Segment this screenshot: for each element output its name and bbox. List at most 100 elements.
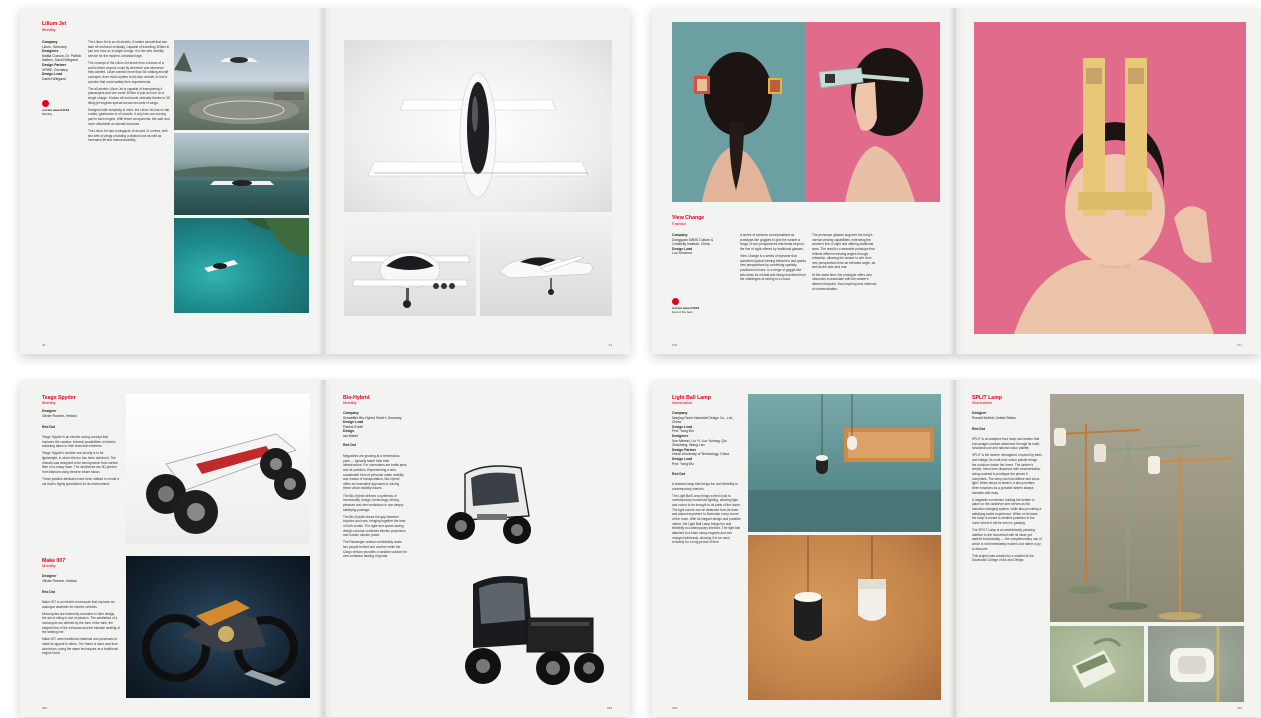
photo-lamps-pendant-amber — [748, 535, 941, 700]
photo-bio-hybrid-cargo — [443, 564, 613, 702]
meta-value: Xue Minwei, Liu Yi, Luo Yuhang, Qiu Zhao… — [672, 438, 727, 448]
project-category: Fashion — [672, 221, 687, 226]
red-dot-label: Red Dot — [672, 472, 685, 476]
paragraph: Make 007 is an electric motorcycle that … — [42, 600, 115, 609]
paragraph: The periscope glasses augment the body's… — [812, 233, 876, 270]
paragraph: Designed with simplicity in mind, the Li… — [88, 107, 170, 126]
paragraph: At the same time, the prototype offers n… — [812, 272, 877, 291]
paragraph: SPLIT is the lantern reimagined. Inspire… — [972, 453, 1042, 495]
photo-jet-over-water — [174, 133, 309, 215]
spread-view-change: View Change Fashion Company Dongguan SWI… — [652, 8, 1260, 354]
red-dot-award-badge: red dot award 2019 Mobility — [42, 100, 69, 116]
photo-race-car-chassis — [126, 394, 310, 544]
page-right: 171 — [956, 8, 1260, 354]
project-category: Mobility — [42, 400, 56, 405]
paragraph: A series of eyewear conceptualised as pr… — [740, 233, 804, 251]
project-meta: Company Nanjing Faxin Industrial Design … — [672, 411, 742, 466]
meta-value: Luo Shuzhen — [672, 251, 692, 256]
project-category: Mobility — [343, 400, 357, 405]
meta-value: Mattia Cosson, Dr. Patrick Nathen, David… — [42, 53, 82, 63]
paragraph: These positive attributes have been util… — [42, 477, 120, 486]
page-number-right: 171 — [1236, 343, 1242, 347]
page-number-left: 40 — [42, 343, 46, 347]
red-dot-icon — [672, 298, 679, 305]
paragraph: View Change is a series of eyewear that … — [740, 254, 806, 282]
paragraph: Make 007 uses traditional materials and … — [42, 637, 118, 656]
photo-lamp-teal-room — [748, 394, 941, 532]
project-meta: Company Lilium, Germany Designers Mattia… — [42, 40, 84, 81]
paragraph: Teage Spyder's number one priority is to… — [42, 451, 119, 474]
photo-motorcycle-concept — [126, 556, 310, 698]
paragraph: Motorcycles are inherently evocative in … — [42, 611, 120, 635]
photo-periscope-glasses-portrait — [974, 22, 1246, 334]
paragraph: The Lilium Jet has a wingspan of around … — [88, 128, 168, 143]
red-dot-label: Red Dot — [42, 590, 55, 594]
paragraph: Teage Spyder is an electric racing conce… — [42, 435, 116, 449]
brochure-mockup-canvas: Lilium Jet Mobility Company Lilium, Germ… — [0, 0, 1261, 718]
award-sub: best of the best — [672, 309, 693, 314]
project-meta: Company Schaeffler Bio-Hybrid GmbH, Germ… — [343, 411, 423, 439]
meta-value: Ronald Mullett, United States — [972, 415, 1016, 420]
meta-value: Ian Martin — [343, 433, 359, 438]
red-dot-label: Red Dot — [972, 427, 985, 431]
photo-split-lantern-on-base — [1148, 626, 1244, 702]
paragraph: The SPLIT Lamp is an aesthetically pleas… — [972, 528, 1042, 551]
meta-value: Dongguan SWIIS Culture & Creativity Inst… — [672, 237, 714, 247]
meta-value: Olivier Rosenn, Ireland — [42, 578, 77, 583]
paragraph: SPLIT is an adaptive floor lamp and lant… — [972, 437, 1040, 451]
paragraph: The Passenger version comfortably seats … — [343, 540, 407, 559]
page-number-right: 41 — [608, 343, 612, 347]
page-left: Teage Spyder Mobility Designer Olivier R… — [20, 380, 325, 717]
project-category: Illumination — [672, 400, 693, 405]
photo-profile-goggles — [805, 22, 940, 202]
project-category: Illumination — [972, 400, 993, 405]
page-left: View Change Fashion Company Dongguan SWI… — [652, 8, 956, 354]
page-number-right: 319 — [1236, 706, 1242, 710]
photo-jet-side-view — [480, 216, 612, 316]
project-description: Teage Spyder is an electric racing conce… — [42, 435, 120, 553]
meta-value: Nanjing Faxin Industrial Design Co., Ltd… — [672, 415, 734, 425]
paragraph: The Bio-Hybrid closes the gap between bi… — [343, 514, 406, 538]
award-sub: Mobility — [42, 111, 53, 116]
photo-split-lamps-group — [1050, 394, 1244, 622]
project-category: Mobility — [42, 27, 56, 32]
red-dot-award-badge: red dot award 2019 best of the best — [672, 298, 699, 314]
photo-jet-top-view — [344, 40, 612, 212]
page-left: Light Ball Lamp Illumination Company Nan… — [652, 380, 956, 717]
project-description: The Lilium Jet is an all-electric, 5-sea… — [88, 40, 170, 250]
spread-lamps: Light Ball Lamp Illumination Company Nan… — [652, 380, 1260, 717]
project-description-col2: The periscope glasses augment the body's… — [812, 233, 878, 323]
page-number-left: 318 — [672, 706, 678, 710]
photo-bio-hybrid-passenger — [425, 454, 545, 554]
paragraph: Megacities are growing at a tremendous p… — [343, 454, 407, 491]
paragraph: This project was created by a student at… — [972, 553, 1034, 563]
page-right: Bio-Hybrid Mobility Company Schaeffler B… — [325, 380, 630, 717]
meta-value: Daniel Wiegand — [42, 76, 66, 81]
project-meta: Designer Ronald Mullett, United States — [972, 411, 1042, 420]
paragraph: The concept of the Lilium Jet arose from… — [88, 61, 169, 84]
photo-jet-over-coast — [174, 218, 309, 313]
paragraph: A wireless lamp that brings fun and flex… — [672, 482, 738, 491]
photo-split-lantern-green — [1050, 626, 1144, 702]
page-number-left: 290 — [42, 706, 48, 710]
spread-mobility-concepts: Teage Spyder Mobility Designer Olivier R… — [20, 380, 630, 717]
paragraph: The Light Ball Lamp brings a fresh look … — [672, 493, 741, 545]
meta-value: Olivier Rosenn, Ireland — [42, 413, 77, 418]
photo-jet-front-view — [344, 216, 476, 316]
project-description: Make 007 is an electric motorcycle that … — [42, 600, 120, 705]
photo-back-of-head-goggles — [672, 22, 805, 202]
paragraph: The Lilium Jet is an all-electric, 5-sea… — [88, 40, 170, 58]
paragraph: A magnetic connection holding the lanter… — [972, 497, 1042, 525]
project-meta: Designer Olivier Rosenn, Ireland — [42, 574, 122, 583]
spread-lilium-jet: Lilium Jet Mobility Company Lilium, Germ… — [20, 8, 630, 354]
paragraph: The Bio-Hybrid delivers a synthesis of f… — [343, 493, 404, 512]
project-description-col1: A series of eyewear conceptualised as pr… — [740, 233, 806, 323]
red-dot-icon — [42, 100, 49, 107]
page-number-left: 170 — [672, 343, 678, 347]
page-number-right: 291 — [606, 706, 612, 710]
meta-value: Prof. Yang Wu — [672, 461, 694, 466]
project-meta: Designer Olivier Rosenn, Ireland — [42, 409, 122, 418]
project-description: A wireless lamp that brings fun and flex… — [672, 482, 742, 602]
project-description: Megacities are growing at a tremendous p… — [343, 454, 407, 694]
page-left: Lilium Jet Mobility Company Lilium, Germ… — [20, 8, 325, 354]
